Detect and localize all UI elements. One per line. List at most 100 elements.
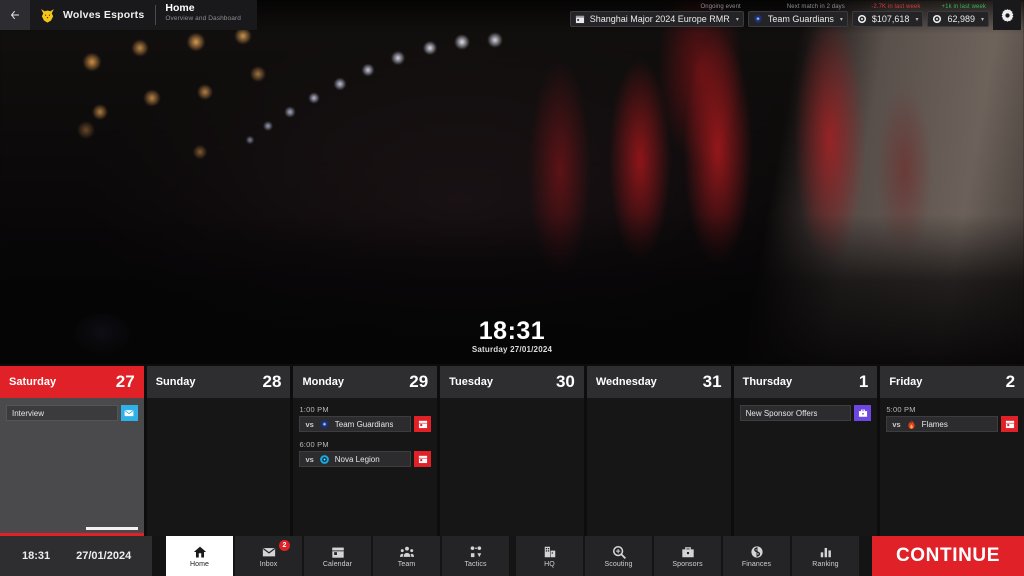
continue-button[interactable]: CONTINUE [872, 536, 1024, 576]
event-action-button[interactable] [414, 451, 432, 467]
chevron-down-icon: ▾ [915, 16, 919, 23]
chevron-down-icon: ▾ [980, 16, 984, 23]
calendar-day-header[interactable]: Wednesday 31 [586, 366, 731, 398]
top-bar: Wolves Esports Home Overview and Dashboa… [0, 0, 1024, 30]
next-match-group: Next match in 2 days Team Guardians ▾ [747, 0, 848, 30]
calendar-day-number: 27 [115, 371, 135, 391]
back-button[interactable] [0, 0, 30, 30]
calendar-day-number: 28 [262, 372, 282, 391]
money-selector[interactable]: $107,618 ▾ [851, 11, 924, 27]
building-icon [544, 546, 555, 557]
page-title: Home [165, 2, 195, 14]
coin-icon [750, 545, 764, 559]
calendar-icon [575, 15, 584, 24]
event-entry[interactable]: vs Flames [886, 416, 999, 432]
nova-legion-logo [319, 454, 330, 465]
ongoing-event-group: Ongoing event Shanghai Major 2024 Europe… [569, 0, 744, 30]
event-action-button[interactable] [1001, 416, 1019, 432]
calendar-day-body: Interview [0, 398, 144, 536]
calendar-day-name: Thursday [742, 376, 793, 388]
calendar-day-friday: Friday 2 5:00 PM vs Flames [880, 366, 1024, 536]
nav-item-team[interactable]: Team [373, 536, 440, 576]
calendar-day-name: Monday [302, 376, 344, 388]
event-vs-label: vs [305, 454, 314, 464]
nav-item-label: Ranking [812, 560, 839, 568]
nav-trailing-space [861, 536, 872, 576]
calendar-day-body: 5:00 PM vs Flames [880, 398, 1024, 536]
ongoing-event-selector[interactable]: Shanghai Major 2024 Europe RMR ▾ [569, 11, 744, 27]
top-bar-right: Ongoing event Shanghai Major 2024 Europe… [569, 0, 1024, 30]
nav-item-ranking[interactable]: Ranking [792, 536, 859, 576]
calendar-day-header[interactable]: Thursday 1 [733, 366, 878, 398]
calendar-event: New Sponsor Offers [739, 405, 872, 421]
calendar-icon [331, 545, 345, 559]
bottom-bar: 18:31 27/01/2024 Home Inbox 2 Calendar Team T… [0, 536, 1024, 576]
brand[interactable]: Wolves Esports [30, 0, 156, 30]
calendar-day-body: 1:00 PM vs Team Guardians 6:00 PM vs Nova Leg… [293, 398, 438, 536]
calendar-day-header[interactable]: Monday 29 [293, 366, 438, 398]
nav-item-label: Sponsors [672, 560, 703, 568]
nav-item-tactics[interactable]: Tactics [442, 536, 509, 576]
next-match-caption: Next match in 2 days [786, 4, 845, 10]
nav-item-inbox[interactable]: Inbox 2 [235, 536, 302, 576]
calendar-day-name: Saturday [9, 375, 57, 388]
clock-date: Saturday 27/01/2024 [471, 345, 553, 354]
event-label: Team Guardians [334, 419, 394, 429]
calendar-day-header[interactable]: Tuesday 30 [440, 366, 584, 398]
nav-item-label: Tactics [464, 560, 487, 568]
calendar-day-number: 29 [409, 372, 429, 391]
nav-item-scouting[interactable]: Scouting [585, 536, 652, 576]
settings-button[interactable] [993, 0, 1021, 30]
team-guardians-logo [320, 419, 329, 429]
main-navigation: Home Inbox 2 Calendar Team Tactics HQ Scouting S… [152, 536, 872, 576]
event-action-button[interactable] [120, 405, 138, 421]
nav-item-home[interactable]: Home [166, 536, 233, 576]
next-match-value: Team Guardians [767, 14, 834, 24]
event-action-button[interactable] [414, 416, 432, 432]
calendar-day-body [440, 398, 584, 536]
calendar-day-number: 30 [555, 372, 575, 391]
calendar-icon [418, 455, 427, 464]
envelope-icon [262, 547, 275, 556]
event-entry[interactable]: New Sponsor Offers [739, 405, 852, 421]
nav-item-label: Calendar [322, 560, 353, 568]
money-group: -2.7K in last week $107,618 ▾ [851, 0, 924, 30]
calendar-day-wednesday: Wednesday 31 [586, 366, 731, 536]
event-action-button[interactable] [854, 405, 872, 421]
event-label: Interview [12, 408, 45, 418]
day-progress-fill [85, 527, 138, 530]
nav-item-calendar[interactable]: Calendar [304, 536, 371, 576]
gear-icon [1001, 8, 1013, 22]
calendar-day-header[interactable]: Saturday 27 [0, 366, 144, 398]
day-progress-bar [0, 527, 144, 530]
event-vs-label: vs [305, 419, 314, 429]
fans-selector[interactable]: 62,989 ▾ [927, 11, 989, 27]
event-entry[interactable]: vs Team Guardians [299, 416, 412, 432]
event-entry[interactable]: vs Nova Legion [299, 451, 412, 467]
calendar-icon [1005, 420, 1014, 429]
nav-badge: 2 [279, 540, 290, 551]
next-match-selector[interactable]: Team Guardians ▾ [747, 11, 848, 27]
calendar-day-header[interactable]: Sunday 28 [146, 366, 291, 398]
nav-item-hq[interactable]: HQ [516, 536, 583, 576]
team-guardians-logo [319, 419, 330, 430]
event-entry[interactable]: Interview [6, 405, 118, 421]
event-label: Flames [921, 419, 948, 429]
calendar-event: Interview [6, 405, 138, 421]
nav-separator [511, 536, 514, 576]
calendar-event: vs Team Guardians [299, 416, 432, 432]
fans-value: 62,989 [947, 14, 975, 24]
nav-item-sponsors[interactable]: Sponsors [654, 536, 721, 576]
bars-icon [820, 547, 831, 557]
arrow-left-icon [10, 10, 19, 20]
people-icon [399, 545, 414, 559]
fans-group: +1k in last week 62,989 ▾ [927, 0, 989, 30]
calendar-day-header[interactable]: Friday 2 [880, 366, 1024, 398]
bars-icon [819, 545, 833, 559]
nav-item-finances[interactable]: Finances [723, 536, 790, 576]
page-heading: Home Overview and Dashboard [156, 0, 257, 30]
calendar-day-name: Tuesday [449, 376, 493, 388]
briefcase-icon [681, 545, 695, 559]
calendar-day-number: 31 [702, 372, 722, 391]
coin-icon [933, 14, 942, 24]
